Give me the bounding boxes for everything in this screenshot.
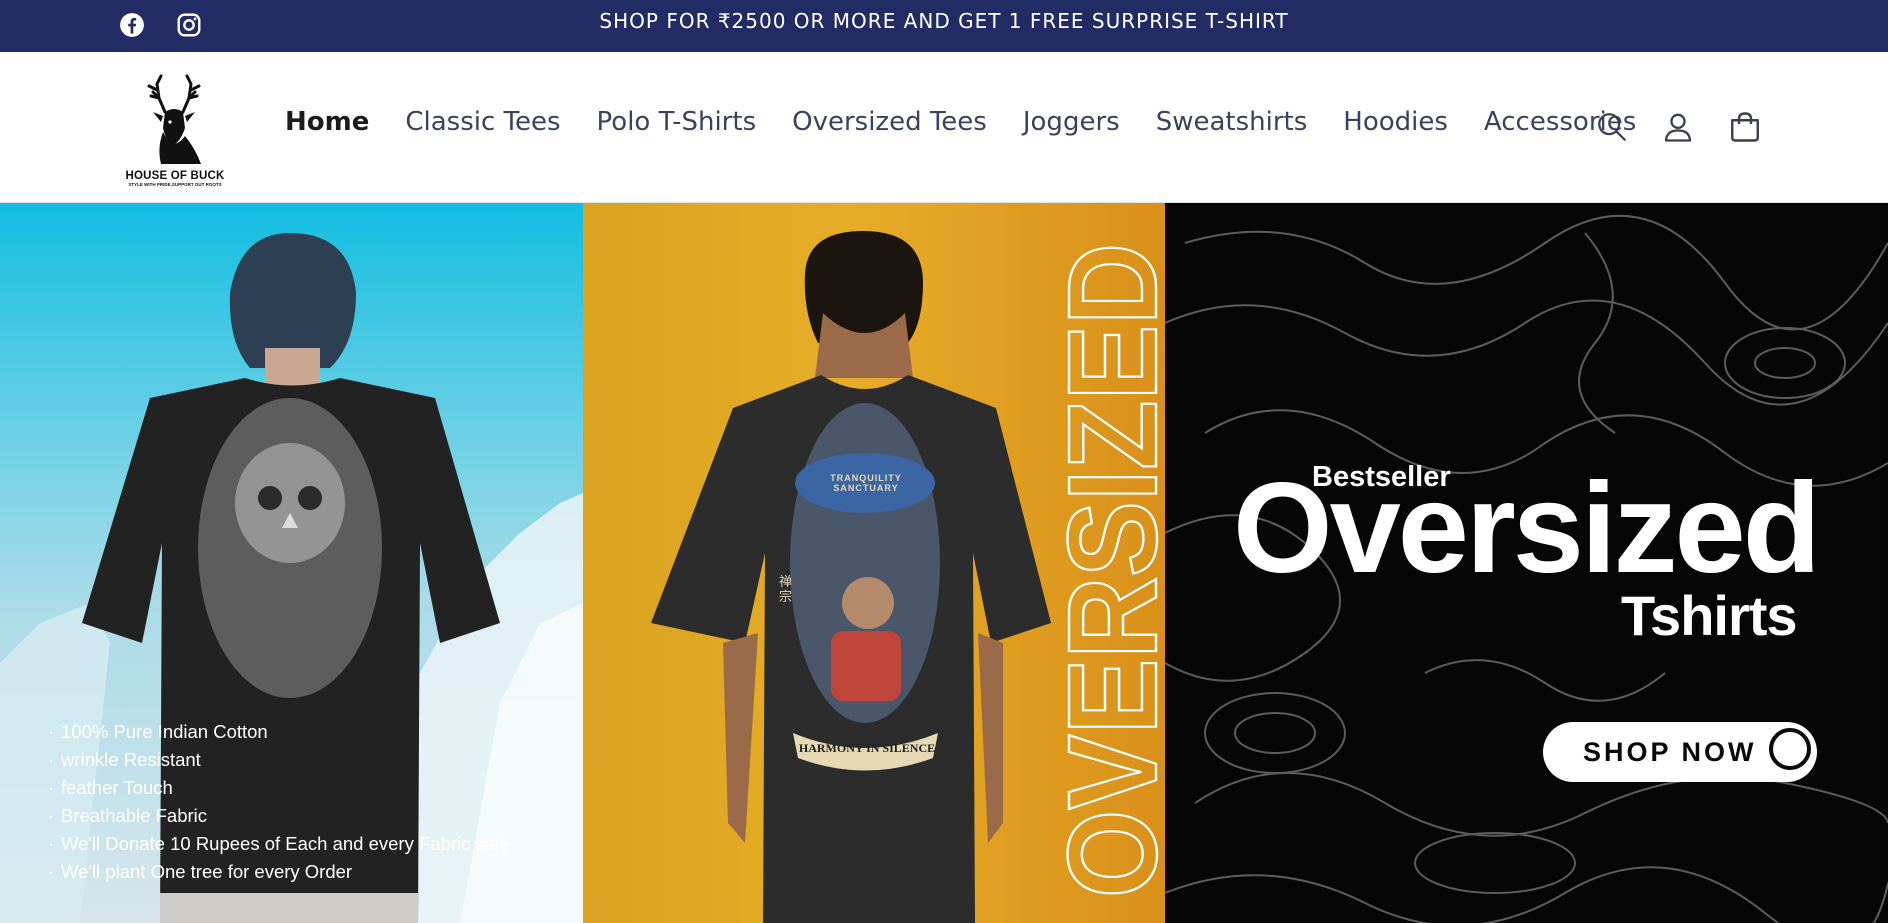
promo-headline: Oversized <box>1233 457 1821 600</box>
feature-item: wrinkle Resistant <box>48 746 509 774</box>
logo-brand-text: HOUSE OF BUCK <box>125 170 225 182</box>
nav-sweatshirts[interactable]: Sweatshirts <box>1156 107 1308 137</box>
nav-classic-tees[interactable]: Classic Tees <box>405 107 560 137</box>
nav-hoodies[interactable]: Hoodies <box>1343 107 1448 137</box>
nav-joggers[interactable]: Joggers <box>1023 107 1120 137</box>
shirt-print-side-text: 禅宗 <box>779 575 793 605</box>
feature-item: feather Touch <box>48 774 509 802</box>
search-icon[interactable] <box>1592 107 1632 147</box>
feature-item: We'll Donate 10 Rupees of Each and every… <box>48 830 509 858</box>
hero-panel-features: 100% Pure Indian Cotton wrinkle Resistan… <box>0 203 583 923</box>
main-nav: Home Classic Tees Polo T-Shirts Oversize… <box>285 107 1672 137</box>
site-header: HOUSE OF BUCK STYLE WITH PRIDE,SUPPORT O… <box>0 52 1888 203</box>
nav-oversized-tees[interactable]: Oversized Tees <box>792 107 987 137</box>
site-logo[interactable]: HOUSE OF BUCK STYLE WITH PRIDE,SUPPORT O… <box>118 72 232 187</box>
hero-banner[interactable]: 100% Pure Indian Cotton wrinkle Resistan… <box>0 203 1888 923</box>
shirt-print-top-text: TRANQUILITY SANCTUARY <box>830 473 902 493</box>
feature-item: We'll plant One tree for every Order <box>48 858 509 886</box>
feature-item: 100% Pure Indian Cotton <box>48 718 509 746</box>
account-icon[interactable] <box>1658 107 1698 147</box>
hero-panel-promo: Bestseller Oversized Tshirts <box>1165 203 1888 923</box>
shirt-print-banner-text: HARMONY IN SILENCE <box>798 741 936 755</box>
cart-icon[interactable] <box>1725 107 1765 147</box>
vertical-oversized-label: OVERSIZED <box>1052 243 1167 898</box>
vertical-oversized-text: OVERSIZED <box>1052 242 1167 899</box>
shop-now-button[interactable]: SHOP NOW <box>1543 722 1817 782</box>
feature-list: 100% Pure Indian Cotton wrinkle Resistan… <box>48 718 509 886</box>
deer-logo-icon <box>147 74 201 164</box>
feature-item: Breathable Fabric <box>48 802 509 830</box>
circle-icon <box>1769 728 1811 770</box>
logo-tagline: STYLE WITH PRIDE,SUPPORT OUT ROOTS <box>128 182 222 187</box>
shop-now-label: SHOP NOW <box>1583 736 1757 767</box>
nav-polo-tshirts[interactable]: Polo T-Shirts <box>597 107 757 137</box>
nav-home[interactable]: Home <box>285 107 369 137</box>
announcement-message: SHOP FOR ₹2500 OR MORE AND GET 1 FREE SU… <box>599 9 1289 33</box>
announcement-bar: SHOP FOR ₹2500 OR MORE AND GET 1 FREE SU… <box>0 0 1888 52</box>
promo-subline: Tshirts <box>1621 584 1798 647</box>
